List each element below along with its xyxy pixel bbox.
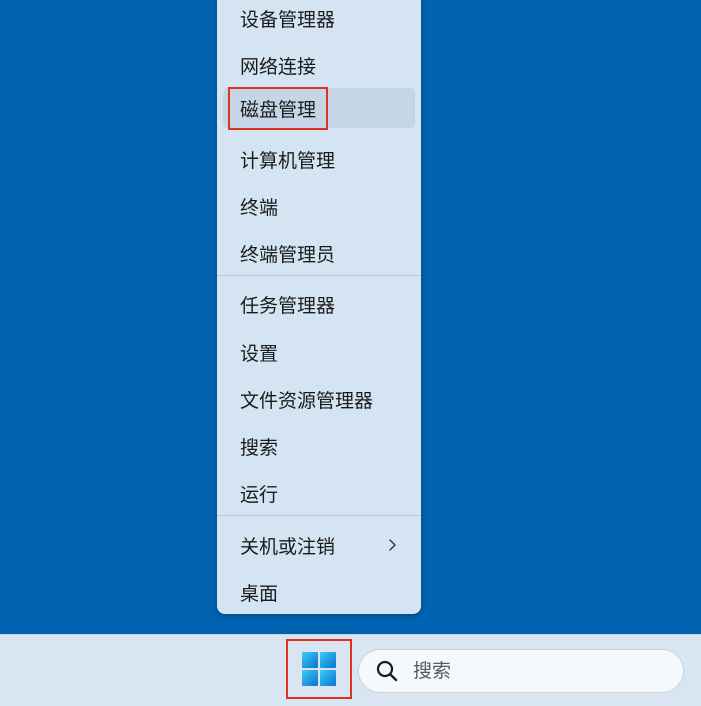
taskbar-search-box[interactable]: [358, 649, 684, 693]
search-input[interactable]: [411, 659, 665, 683]
menu-item-label: 桌面: [240, 582, 279, 605]
menu-item-task-manager[interactable]: 任务管理器: [223, 284, 415, 324]
taskbar: [0, 634, 701, 706]
menu-item-label: 搜索: [240, 436, 279, 459]
menu-item-label: 运行: [240, 483, 279, 506]
menu-item-terminal-admin[interactable]: 终端管理员: [223, 233, 415, 273]
menu-item-label: 计算机管理: [240, 149, 336, 172]
menu-separator: [217, 275, 421, 276]
menu-item-file-explorer[interactable]: 文件资源管理器: [223, 379, 415, 419]
menu-item-label: 任务管理器: [240, 294, 336, 317]
menu-item-label: 设置: [240, 342, 279, 365]
menu-item-network-connections[interactable]: 网络连接: [223, 45, 415, 85]
menu-item-settings[interactable]: 设置: [223, 332, 415, 372]
menu-item-label: 文件资源管理器: [240, 389, 374, 412]
search-icon: [376, 660, 398, 682]
menu-separator: [217, 515, 421, 516]
menu-item-run[interactable]: 运行: [223, 473, 415, 513]
menu-item-disk-management[interactable]: 磁盘管理: [223, 86, 415, 130]
windows-logo-icon: [302, 652, 336, 686]
start-button[interactable]: [286, 639, 352, 699]
menu-item-label: 磁盘管理: [227, 86, 329, 130]
menu-item-desktop[interactable]: 桌面: [223, 572, 415, 612]
chevron-right-icon: [389, 539, 396, 551]
winx-context-menu: 设备管理器 网络连接 磁盘管理 计算机管理 终端 终端管理员 任务管理器 设置 …: [217, 0, 421, 614]
menu-item-terminal[interactable]: 终端: [223, 186, 415, 226]
menu-item-label: 关机或注销: [240, 535, 336, 558]
menu-item-label: 终端: [240, 196, 279, 219]
menu-item-computer-management[interactable]: 计算机管理: [223, 139, 415, 179]
menu-item-shutdown-signout[interactable]: 关机或注销: [223, 525, 415, 565]
menu-item-label: 网络连接: [240, 55, 317, 78]
menu-item-search[interactable]: 搜索: [223, 426, 415, 466]
menu-item-device-manager[interactable]: 设备管理器: [223, 0, 415, 38]
menu-item-label: 终端管理员: [240, 243, 336, 266]
menu-item-label: 设备管理器: [240, 8, 336, 31]
